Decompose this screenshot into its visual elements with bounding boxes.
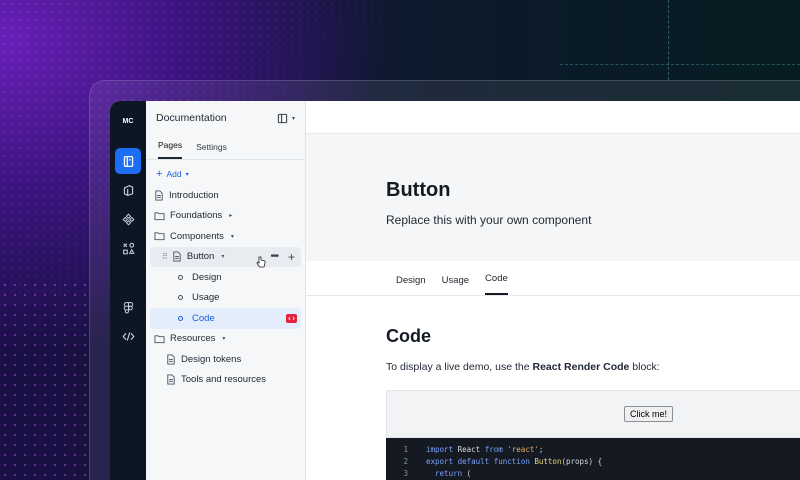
tree-item-resources[interactable]: Resources ▾ bbox=[150, 329, 301, 350]
chevron-down-icon: ▾ bbox=[185, 171, 189, 178]
tab-settings[interactable]: Settings bbox=[196, 142, 227, 159]
line-number: 2 bbox=[403, 456, 408, 466]
page-icon bbox=[173, 251, 181, 262]
code-token: Button bbox=[534, 456, 562, 466]
folder-icon bbox=[154, 335, 165, 343]
bullet-icon bbox=[178, 274, 183, 280]
rail-code-button[interactable] bbox=[115, 323, 141, 349]
bullet-icon bbox=[178, 315, 183, 321]
main-content: Button Replace this with your own compon… bbox=[306, 101, 800, 480]
tree-item-foundations[interactable]: Foundations ▸ bbox=[150, 206, 301, 227]
react-render-code-label: React Render Code bbox=[532, 361, 630, 373]
line-number: 3 bbox=[403, 468, 408, 478]
code-token: return bbox=[426, 468, 467, 478]
page-title: Button bbox=[386, 179, 451, 201]
figma-icon bbox=[123, 301, 133, 313]
tab-code[interactable]: Code bbox=[485, 273, 508, 295]
code-token: ( bbox=[466, 468, 472, 478]
icon-rail: MC bbox=[110, 101, 146, 480]
plus-icon: + bbox=[156, 168, 163, 180]
code-token: import bbox=[426, 444, 458, 454]
page-tree: Introduction Foundations ▸ Components ▾ … bbox=[146, 185, 305, 390]
workspace-title: Documentation bbox=[156, 112, 227, 124]
book-icon bbox=[123, 155, 133, 167]
decorative-guide-line bbox=[560, 64, 800, 65]
rail-assets-button[interactable] bbox=[115, 235, 141, 261]
bullet-icon bbox=[178, 295, 183, 301]
page-icon bbox=[167, 374, 175, 385]
sidebar-tabs: Pages Settings bbox=[146, 135, 305, 160]
tree-item-components[interactable]: Components ▾ bbox=[150, 226, 301, 247]
code-token: from bbox=[484, 444, 508, 454]
rail-figma-button[interactable] bbox=[115, 294, 141, 320]
add-label: Add bbox=[166, 169, 182, 179]
code-token: React bbox=[457, 444, 485, 454]
pointer-cursor-icon bbox=[256, 256, 266, 267]
live-demo-preview: Click me! bbox=[386, 390, 800, 438]
background-dot-pattern-lower bbox=[0, 280, 90, 480]
chevron-down-icon: ▾ bbox=[291, 115, 295, 122]
decorative-guide-line bbox=[668, 0, 669, 80]
workspace-logo[interactable]: MC bbox=[116, 109, 140, 133]
plus-icon[interactable]: + bbox=[288, 250, 295, 264]
chevron-down-icon: ▾ bbox=[222, 336, 226, 343]
code-line: 3 return ( bbox=[386, 467, 800, 479]
tree-item-tools-and-resources[interactable]: Tools and resources bbox=[150, 370, 301, 391]
components-icon bbox=[122, 213, 134, 225]
chevron-down-icon: ▾ bbox=[221, 254, 225, 261]
code-token: ; bbox=[538, 444, 544, 454]
code-line: 1 import React from 'react'; bbox=[386, 443, 800, 455]
app-window: MC Documentation ▾ Pages Settings + Add … bbox=[110, 101, 800, 480]
tree-item-introduction[interactable]: Introduction bbox=[150, 185, 301, 206]
tab-pages[interactable]: Pages bbox=[158, 140, 183, 159]
code-line: 2 export default function Button (props) { bbox=[386, 455, 800, 467]
rail-layers-button[interactable] bbox=[115, 177, 141, 203]
view-switcher[interactable]: ▾ bbox=[277, 113, 295, 124]
page-subtitle: Replace this with your own component bbox=[386, 213, 592, 227]
tree-item-code[interactable]: Code bbox=[150, 308, 301, 329]
sidebar: Documentation ▾ Pages Settings + Add ▾ I… bbox=[146, 101, 306, 480]
code-token: export default function bbox=[426, 456, 535, 466]
sidebar-header: Documentation ▾ bbox=[146, 101, 305, 135]
code-block[interactable]: 1 import React from 'react'; 2 export defau… bbox=[386, 438, 800, 480]
code-token: 'react' bbox=[507, 444, 539, 454]
tree-item-usage[interactable]: Usage bbox=[150, 288, 301, 309]
shapes-icon bbox=[122, 242, 135, 254]
page-icon bbox=[155, 190, 163, 201]
react-badge-icon bbox=[286, 313, 297, 323]
rail-pages-button[interactable] bbox=[115, 148, 141, 174]
more-options-icon[interactable]: ••• bbox=[270, 251, 278, 262]
tab-usage[interactable]: Usage bbox=[442, 275, 469, 295]
folder-icon bbox=[154, 212, 165, 220]
add-page-button[interactable]: + Add ▾ bbox=[146, 160, 305, 185]
section-title: Code bbox=[386, 326, 431, 346]
tree-item-design[interactable]: Design bbox=[150, 267, 301, 288]
folder-icon bbox=[154, 232, 165, 241]
chevron-down-icon: ▾ bbox=[230, 233, 234, 240]
doc-body: Code To display a live demo, use the Rea… bbox=[306, 296, 800, 373]
layers-icon bbox=[123, 184, 133, 196]
code-icon bbox=[121, 331, 135, 341]
rail-components-button[interactable] bbox=[115, 206, 141, 232]
page-hero: Button Replace this with your own compon… bbox=[306, 134, 800, 261]
content-topbar bbox=[306, 101, 800, 134]
content-tabs: Design Usage Code bbox=[306, 261, 800, 296]
tree-item-actions: ••• + bbox=[270, 250, 295, 264]
tree-item-button[interactable]: ⠿ Button ▾ ••• + bbox=[150, 246, 301, 267]
demo-click-me-button[interactable]: Click me! bbox=[623, 406, 673, 422]
line-number: 1 bbox=[403, 444, 408, 454]
drag-handle-icon[interactable]: ⠿ bbox=[162, 252, 168, 261]
page-icon bbox=[167, 354, 175, 365]
chevron-right-icon: ▸ bbox=[229, 213, 233, 220]
section-lead: To display a live demo, use the React Re… bbox=[386, 361, 660, 373]
code-token: (props) { bbox=[561, 456, 603, 466]
layout-icon bbox=[277, 113, 288, 123]
tab-design[interactable]: Design bbox=[396, 275, 426, 295]
tree-item-design-tokens[interactable]: Design tokens bbox=[150, 349, 301, 370]
